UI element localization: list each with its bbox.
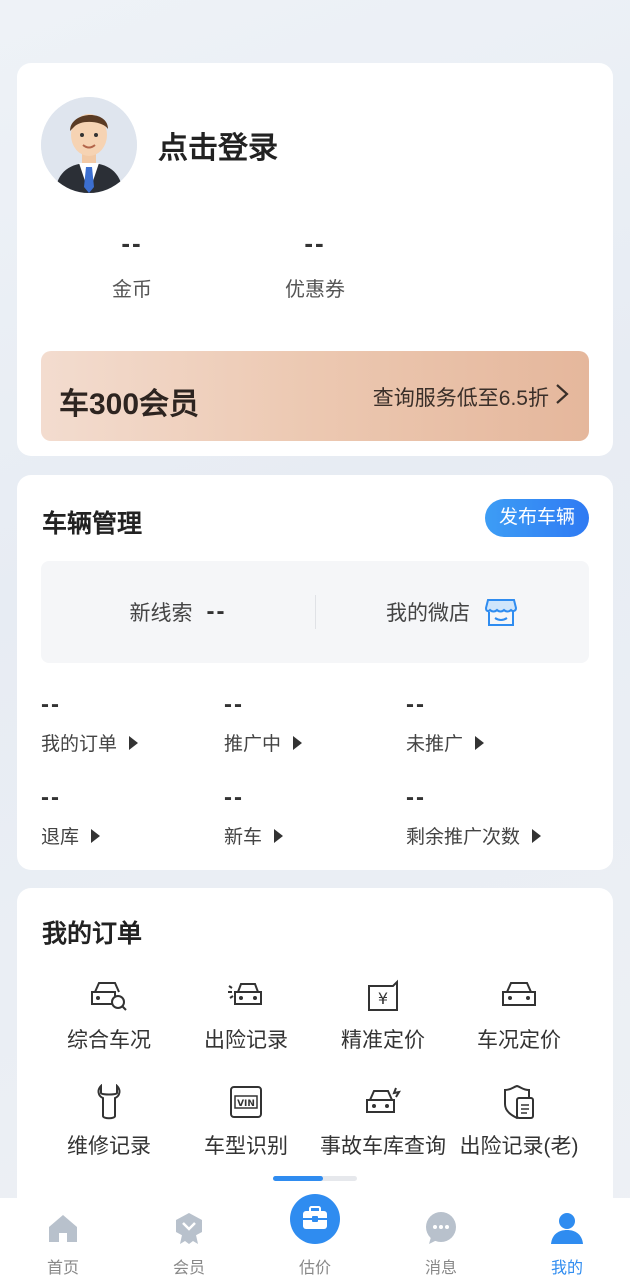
home-icon — [49, 1215, 77, 1242]
svg-text:VIN: VIN — [237, 1099, 255, 1109]
my-orders-stat[interactable]: -- 我的订单 — [41, 691, 211, 756]
stat-value: -- — [41, 784, 61, 811]
member-badge-icon — [176, 1213, 202, 1244]
service-label: 出险记录 — [204, 1029, 288, 1052]
service-label: 车况定价 — [477, 1029, 561, 1052]
stat-value: -- — [41, 691, 61, 718]
service-condition-pricing[interactable]: 车况定价 — [449, 978, 589, 1054]
service-label: 维修记录 — [67, 1135, 151, 1158]
vin-icon: VIN — [230, 1086, 262, 1118]
coupons-label: 优惠券 — [285, 279, 345, 301]
caret-right-icon — [274, 828, 284, 843]
tab-label: 首页 — [46, 1260, 79, 1277]
stat-value: -- — [406, 691, 426, 718]
my-shop[interactable]: 我的微店 — [315, 561, 589, 663]
vip-banner[interactable]: 车300会员 查询服务低至6.5折 — [41, 351, 589, 441]
car-accident-icon — [366, 1087, 402, 1113]
stat-label: 新车 — [224, 827, 263, 848]
new-car-stat[interactable]: -- 新车 — [224, 784, 394, 849]
service-insurance-records-old[interactable]: 出险记录(老) — [449, 1084, 589, 1160]
svg-text:¥: ¥ — [378, 989, 388, 1008]
coins-value: -- — [121, 228, 143, 258]
remaining-promotions-stat[interactable]: -- 剩余推广次数 — [406, 784, 596, 849]
document-shield-icon — [504, 1084, 534, 1120]
leads-shop-box: 新线索 -- 我的微店 — [41, 561, 589, 663]
car-crash-icon — [228, 983, 262, 1005]
tab-label: 消息 — [424, 1260, 457, 1277]
service-comprehensive-condition[interactable]: 综合车况 — [39, 978, 179, 1054]
profile-card: 点击登录 -- 金币 -- 优惠券 车300会员 查询服务低至6.5折 — [17, 63, 613, 456]
stat-label: 剩余推广次数 — [406, 827, 521, 848]
page-indicator-thumb — [273, 1176, 323, 1181]
caret-right-icon — [91, 828, 101, 843]
publish-vehicle-button[interactable]: 发布车辆 — [485, 499, 589, 537]
new-leads[interactable]: 新线索 -- — [41, 561, 315, 663]
price-tag-icon: ¥ — [368, 979, 398, 1011]
service-accident-car-query[interactable]: 事故车库查询 — [313, 1084, 453, 1160]
caret-right-icon — [293, 735, 303, 750]
avatar[interactable] — [41, 97, 137, 193]
new-leads-value: -- — [206, 598, 227, 625]
not-promoted-stat[interactable]: -- 未推广 — [406, 691, 576, 756]
caret-right-icon — [129, 735, 139, 750]
vehicle-section-title: 车辆管理 — [42, 510, 143, 538]
coupons-stat[interactable]: -- 优惠券 — [245, 228, 385, 302]
orders-section-title: 我的订单 — [42, 920, 143, 948]
service-repair-records[interactable]: 维修记录 — [39, 1084, 179, 1160]
withdrawn-stat[interactable]: -- 退库 — [41, 784, 211, 849]
briefcase-icon — [303, 1206, 327, 1229]
tab-home[interactable]: 首页 — [0, 1198, 126, 1280]
stat-label: 推广中 — [224, 734, 282, 755]
promoting-stat[interactable]: -- 推广中 — [224, 691, 394, 756]
vip-title: 车300会员 — [59, 388, 200, 421]
tab-label: 会员 — [172, 1260, 205, 1277]
car-search-icon — [91, 982, 127, 1011]
coins-label: 金币 — [112, 279, 152, 301]
wrench-icon — [97, 1084, 121, 1120]
my-shop-label: 我的微店 — [386, 602, 470, 625]
tab-label: 估价 — [298, 1260, 331, 1277]
service-precise-pricing[interactable]: ¥ 精准定价 — [313, 978, 453, 1054]
page-indicator — [273, 1176, 357, 1181]
login-prompt[interactable]: 点击登录 — [158, 123, 278, 167]
chat-icon — [426, 1212, 456, 1244]
stat-value: -- — [406, 784, 426, 811]
new-leads-label: 新线索 — [129, 602, 193, 625]
caret-right-icon — [475, 735, 485, 750]
vip-description: 查询服务低至6.5折 — [372, 387, 549, 410]
avatar-icon — [41, 97, 137, 193]
stat-value: -- — [224, 784, 244, 811]
chevron-right-icon — [556, 384, 569, 404]
service-label: 综合车况 — [67, 1029, 151, 1052]
service-label: 出险记录(老) — [459, 1135, 579, 1158]
valuation-center-button[interactable] — [290, 1194, 340, 1244]
car-icon — [502, 982, 536, 1006]
tab-mine[interactable]: 我的 — [504, 1198, 630, 1280]
tab-label: 我的 — [550, 1260, 583, 1277]
service-label: 事故车库查询 — [320, 1135, 446, 1158]
my-orders-card: 我的订单 综合车况 出险记录 ¥ 精准定价 车况定价 维修记录 VIN 车型识别… — [17, 888, 613, 1218]
coupons-value: -- — [304, 228, 326, 258]
service-insurance-records[interactable]: 出险记录 — [176, 978, 316, 1054]
stat-value: -- — [224, 691, 244, 718]
coins-stat[interactable]: -- 金币 — [62, 228, 202, 302]
stat-label: 未推广 — [406, 734, 464, 755]
tab-messages[interactable]: 消息 — [378, 1198, 504, 1280]
caret-right-icon — [532, 828, 542, 843]
vehicle-management-card: 车辆管理 发布车辆 新线索 -- 我的微店 -- 我的订单 -- 推广中 -- … — [17, 475, 613, 870]
user-icon — [551, 1213, 583, 1244]
tab-member[interactable]: 会员 — [126, 1198, 252, 1280]
service-label: 精准定价 — [341, 1029, 425, 1052]
shop-icon — [484, 599, 518, 626]
stat-label: 我的订单 — [41, 734, 118, 755]
service-label: 车型识别 — [204, 1135, 288, 1158]
service-model-recognition[interactable]: VIN 车型识别 — [176, 1084, 316, 1160]
stat-label: 退库 — [41, 827, 80, 848]
